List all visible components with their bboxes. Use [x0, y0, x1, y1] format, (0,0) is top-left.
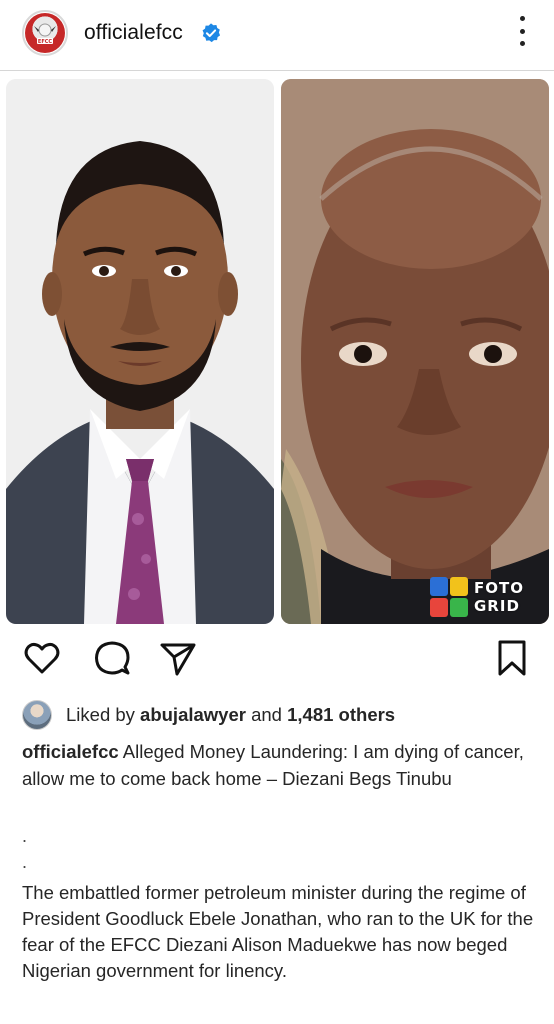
fotogrid-line-2: GRID: [474, 597, 520, 615]
liked-and: and: [251, 704, 282, 725]
header-divider: [0, 70, 554, 71]
post-header: EFCC officialefcc: [0, 0, 554, 70]
efcc-logo: EFCC: [25, 13, 65, 53]
fotogrid-logo-icon: [430, 577, 468, 617]
comment-icon[interactable]: [92, 638, 132, 678]
fotogrid-watermark: FOTO GRID: [430, 577, 524, 617]
post-photo-right: [281, 79, 549, 624]
caption-dot-1: .: [22, 826, 28, 846]
fotogrid-line-1: FOTO: [474, 579, 524, 597]
bookmark-icon[interactable]: [492, 638, 532, 678]
post-photo-left: [6, 79, 274, 624]
woman-portrait: [281, 79, 549, 624]
likes-summary[interactable]: Liked by abujalawyer and 1,481 others: [22, 700, 395, 730]
account-avatar[interactable]: EFCC: [22, 10, 68, 56]
fotogrid-label: FOTO GRID: [474, 579, 524, 615]
caption-handle[interactable]: officialefcc: [22, 741, 119, 762]
liked-user[interactable]: abujalawyer: [140, 704, 246, 726]
avatar-label: EFCC: [38, 39, 53, 45]
send-icon[interactable]: [158, 638, 198, 678]
caption-body: The embattled former petroleum minister …: [22, 882, 534, 981]
post-actions: [0, 638, 554, 682]
liked-others[interactable]: 1,481 others: [287, 704, 395, 726]
heart-icon[interactable]: [22, 638, 62, 678]
account-username[interactable]: officialefcc: [84, 21, 183, 45]
liker-avatar: [22, 700, 52, 730]
man-portrait: [6, 79, 274, 624]
liked-prefix: Liked by: [66, 704, 135, 725]
more-vertical-icon[interactable]: [518, 16, 526, 46]
post-caption: officialefcc Alleged Money Laundering: I…: [22, 738, 542, 792]
caption-dot-2: .: [22, 852, 28, 872]
verified-badge-icon: [202, 23, 221, 43]
